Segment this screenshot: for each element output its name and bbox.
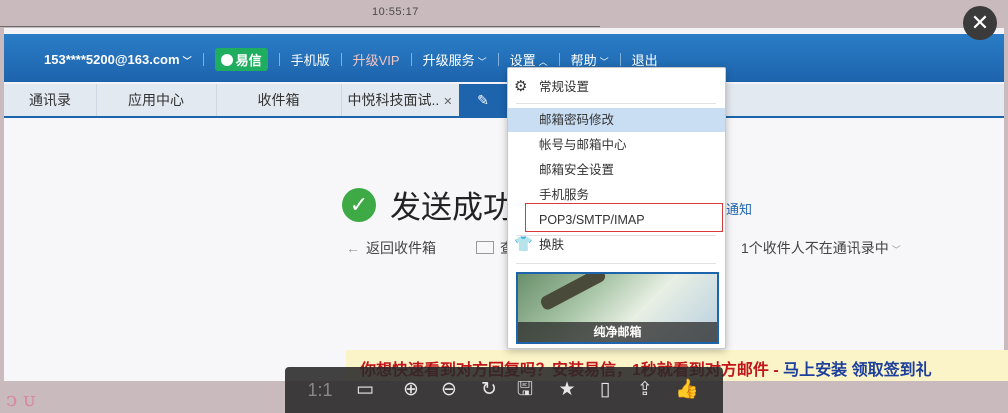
checkmark-icon: ✓ bbox=[342, 187, 376, 222]
skin-name: 纯净邮箱 bbox=[518, 322, 717, 342]
menu-divider bbox=[516, 103, 716, 104]
menu-label: 常规设置 bbox=[539, 80, 590, 94]
tab-app-center[interactable]: 应用中心 bbox=[96, 84, 217, 116]
account-menu[interactable]: 153****5200@163.com ﹀ bbox=[44, 52, 192, 67]
divider bbox=[0, 26, 600, 27]
tree-image bbox=[538, 274, 608, 312]
skin-preview[interactable]: 纯净邮箱 bbox=[516, 272, 719, 344]
settings-label: 设置 bbox=[509, 53, 536, 68]
rotate-icon[interactable]: ↻ bbox=[475, 377, 503, 403]
menu-item-password[interactable]: 邮箱密码修改 bbox=[508, 108, 725, 132]
nav-separator bbox=[497, 53, 499, 66]
tab-bar: 通讯录 应用中心 收件箱 中悦科技面试.. ✕ ✎ bbox=[4, 84, 1004, 118]
account-email: 153****5200@163.com bbox=[44, 52, 180, 67]
mail-header: 153****5200@163.com ﹀ 易信 手机版 升级VIP 升级服务 ﹀ … bbox=[4, 34, 1004, 82]
menu-item-account-center[interactable]: 帐号与邮箱中心 bbox=[508, 133, 725, 157]
tab-inbox[interactable]: 收件箱 bbox=[216, 84, 342, 116]
tab-compose-active[interactable]: ✎ bbox=[459, 84, 508, 116]
tab-label: 中悦科技面试.. bbox=[347, 92, 440, 108]
nav-separator bbox=[340, 53, 342, 66]
chevron-up-icon: ︿ bbox=[538, 57, 548, 67]
promo-install-link[interactable]: 马上安装 领取签到礼 bbox=[783, 362, 931, 379]
notify-link[interactable]: 通知 bbox=[726, 199, 752, 218]
yixin-button[interactable]: 易信 bbox=[214, 48, 268, 71]
chevron-down-icon: ﹀ bbox=[477, 57, 487, 67]
envelope-icon bbox=[476, 241, 494, 254]
close-icon[interactable]: ✕ bbox=[443, 96, 452, 108]
viewer-toolbar: 1:1 ▭ ⊕ ⊖ ↻ 🖫 ★ ▯ ⇪ 👍 bbox=[285, 367, 723, 413]
menu-label: 帐号与邮箱中心 bbox=[539, 138, 627, 152]
menu-label: 换肤 bbox=[539, 238, 565, 252]
zoom-out-icon[interactable]: ⊖ bbox=[435, 377, 463, 403]
contacts-note-label: 1个收件人不在通讯录中 bbox=[741, 240, 889, 256]
zoom-in-icon[interactable]: ⊕ bbox=[397, 377, 425, 403]
mobile-link[interactable]: 手机版 bbox=[291, 50, 330, 69]
share-icon[interactable]: ⇪ bbox=[631, 377, 659, 403]
nav-separator bbox=[410, 53, 412, 66]
chevron-down-icon: ﹀ bbox=[891, 245, 901, 255]
gear-icon: ⚙ bbox=[514, 78, 528, 95]
actual-size-button[interactable]: 1:1 bbox=[303, 377, 337, 403]
tab-mail-draft[interactable]: 中悦科技面试.. ✕ bbox=[341, 84, 460, 116]
yixin-label: 易信 bbox=[235, 53, 262, 68]
nav-separator bbox=[558, 53, 560, 66]
like-icon[interactable]: 👍 bbox=[673, 377, 701, 403]
menu-label: 邮箱密码修改 bbox=[539, 113, 615, 127]
chevron-down-icon: ﹀ bbox=[182, 56, 192, 66]
contacts-note[interactable]: 1个收件人不在通讯录中 ﹀ bbox=[741, 238, 901, 258]
chevron-down-icon: ﹀ bbox=[599, 57, 609, 67]
nav-separator bbox=[278, 53, 280, 66]
settings-dropdown: ⚙ 常规设置 邮箱密码修改 帐号与邮箱中心 邮箱安全设置 手机服务 POP3/SM… bbox=[507, 67, 726, 349]
menu-divider bbox=[516, 263, 716, 264]
phone-icon[interactable]: ▯ bbox=[591, 377, 619, 403]
viewer-top-bar: 10:55:17 bbox=[0, 0, 1008, 28]
tab-contacts[interactable]: 通讯录 bbox=[4, 84, 97, 116]
compose-icon: ✎ bbox=[477, 92, 489, 108]
scribble-mark: ↄ ᴜ bbox=[6, 387, 36, 411]
tshirt-icon: 👕 bbox=[514, 236, 533, 253]
yixin-icon bbox=[220, 53, 233, 66]
menu-item-security[interactable]: 邮箱安全设置 bbox=[508, 158, 725, 182]
back-label: 返回收件箱 bbox=[366, 240, 436, 256]
highlight-box bbox=[525, 203, 723, 232]
success-title: 发送成功 bbox=[390, 190, 514, 226]
timestamp: 10:55:17 bbox=[372, 6, 419, 18]
nav-separator bbox=[619, 53, 621, 66]
save-icon[interactable]: 🖫 bbox=[511, 377, 539, 403]
upgrade-menu[interactable]: 升级服务 ﹀ bbox=[423, 50, 487, 69]
arrow-left-icon: ← bbox=[346, 240, 360, 256]
favorite-icon[interactable]: ★ bbox=[553, 377, 581, 403]
close-viewer-button[interactable]: ✕ bbox=[963, 6, 997, 40]
help-label: 帮助 bbox=[570, 53, 597, 68]
menu-item-general[interactable]: ⚙ 常规设置 bbox=[508, 75, 725, 99]
nav-separator bbox=[202, 53, 204, 66]
menu-label: 邮箱安全设置 bbox=[539, 163, 615, 177]
menu-item-skin[interactable]: 👕 换肤 bbox=[508, 233, 725, 257]
fit-window-icon[interactable]: ▭ bbox=[351, 377, 379, 403]
back-to-inbox[interactable]: ← 返回收件箱 bbox=[346, 238, 436, 258]
vip-link[interactable]: 升级VIP bbox=[353, 50, 400, 69]
upgrade-label: 升级服务 bbox=[422, 53, 475, 68]
send-success: ✓ 发送成功 bbox=[342, 182, 514, 227]
